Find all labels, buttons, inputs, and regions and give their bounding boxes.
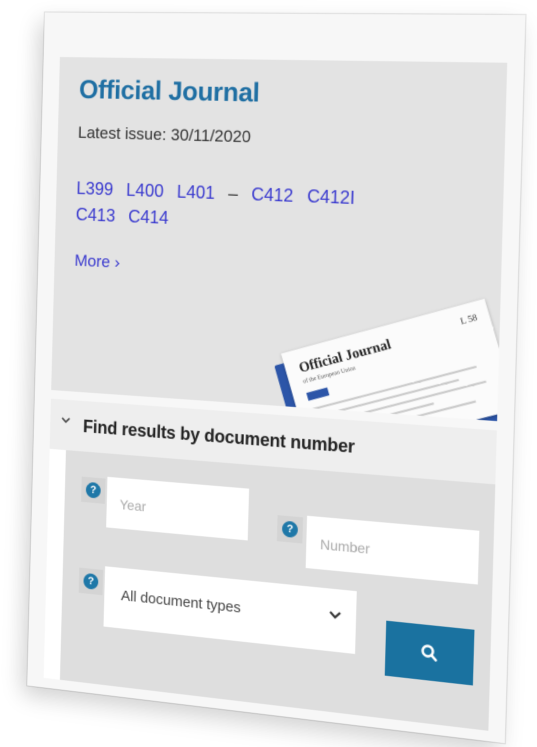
number-input[interactable]	[317, 516, 484, 587]
help-icon[interactable]: ?	[78, 567, 104, 596]
search-icon	[420, 643, 439, 663]
issue-link-c412i[interactable]: C412I	[307, 186, 355, 208]
issue-separator: –	[228, 183, 239, 204]
issue-link-l401[interactable]: L401	[177, 182, 216, 203]
more-link[interactable]: More ›	[74, 251, 120, 273]
issue-links: L399 L400 L401– C412 C412I C413 C414	[75, 176, 445, 244]
find-form: ? ? ? All document types	[59, 450, 496, 731]
chevron-down-icon	[328, 609, 342, 623]
journal-cover-image: Official Journal of the European Union L…	[264, 295, 508, 422]
document-type-select[interactable]: All document types	[103, 566, 357, 654]
latest-issue-text: Latest issue: 30/11/2020	[77, 123, 252, 147]
find-by-number-title: Find results by document number	[82, 416, 355, 457]
search-button[interactable]	[384, 620, 475, 686]
find-by-number-section: Find results by document number ? ? ?	[43, 398, 497, 731]
help-icon[interactable]: ?	[276, 515, 304, 544]
journal-image-number: L 58	[459, 311, 479, 327]
eurlex-sidebar-card: Official Journal Latest issue: 30/11/202…	[27, 12, 526, 744]
official-journal-title[interactable]: Official Journal	[79, 75, 260, 109]
journal-front-cover: Official Journal of the European Union L…	[280, 298, 508, 422]
number-field[interactable]	[305, 515, 484, 587]
issue-link-l399[interactable]: L399	[76, 178, 113, 199]
official-journal-panel: Official Journal Latest issue: 30/11/202…	[51, 57, 508, 422]
journal-text-line	[312, 378, 460, 419]
issue-link-l400[interactable]: L400	[126, 180, 164, 201]
eu-flag-icon	[306, 387, 330, 401]
stage: Official Journal Latest issue: 30/11/202…	[0, 0, 537, 747]
year-input[interactable]	[117, 477, 253, 543]
help-icon[interactable]: ?	[81, 476, 106, 504]
year-field[interactable]	[106, 476, 253, 543]
issue-link-c414[interactable]: C414	[128, 207, 169, 228]
issue-link-c413[interactable]: C413	[76, 205, 116, 226]
document-type-value: All document types	[120, 587, 241, 617]
chevron-down-icon	[59, 413, 72, 427]
issue-link-c412[interactable]: C412	[251, 184, 293, 205]
